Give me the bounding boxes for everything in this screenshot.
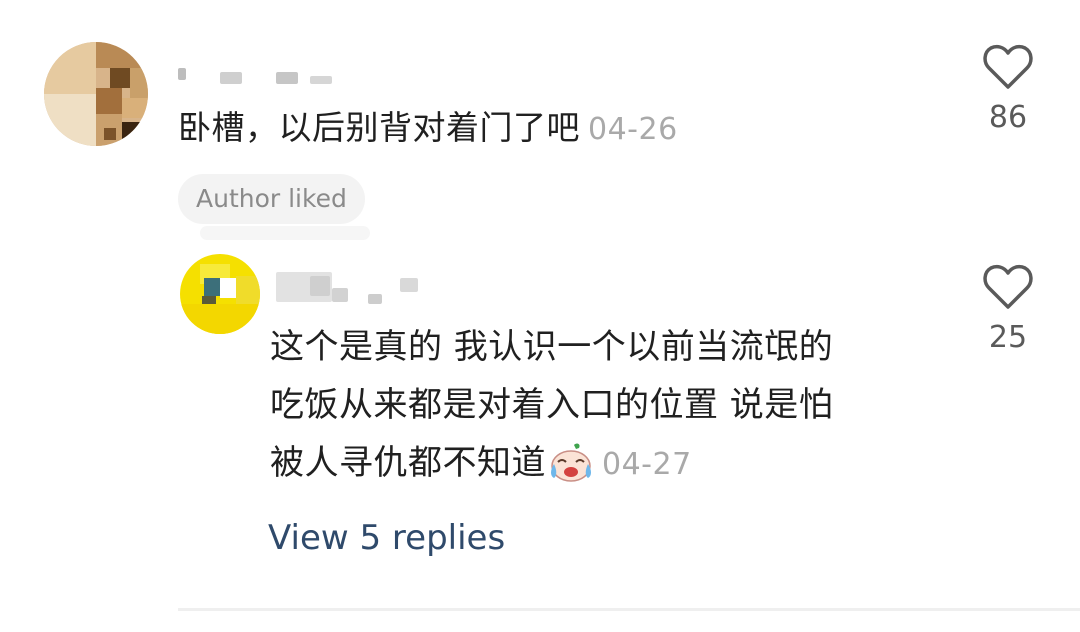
reply-line: 被人寻仇都不知道 04-27 <box>270 434 833 500</box>
reply-line-text: 被人寻仇都不知道 <box>270 443 546 483</box>
like-count: 25 <box>988 320 1028 355</box>
badge-shadow <box>200 226 370 240</box>
reply-line: 这个是真的 我认识一个以前当流氓的 <box>270 327 834 367</box>
avatar[interactable] <box>180 254 260 334</box>
comment-text: 卧槽，以后别背对着门了吧 04-26 <box>178 103 678 155</box>
reply-line: 吃饭从来都是对着入口的位置 说是怕 <box>270 385 834 425</box>
like-button[interactable]: 86 <box>968 44 1048 135</box>
view-replies-link[interactable]: View 5 replies <box>268 518 505 558</box>
like-count: 86 <box>988 100 1028 135</box>
heart-outline-icon <box>983 44 1033 89</box>
crying-face-emoji <box>548 442 594 500</box>
heart-outline-icon <box>983 264 1033 309</box>
reply-date: 04-27 <box>602 447 692 482</box>
like-button[interactable]: 25 <box>968 264 1048 355</box>
reply-text: 这个是真的 我认识一个以前当流氓的 吃饭从来都是对着入口的位置 说是怕 被人寻仇… <box>270 318 833 500</box>
divider <box>178 608 1080 611</box>
comment-date: 04-26 <box>588 112 678 147</box>
comment-body: 卧槽，以后别背对着门了吧 <box>178 108 580 147</box>
avatar[interactable] <box>44 42 148 146</box>
author-liked-badge: Author liked <box>178 174 365 224</box>
